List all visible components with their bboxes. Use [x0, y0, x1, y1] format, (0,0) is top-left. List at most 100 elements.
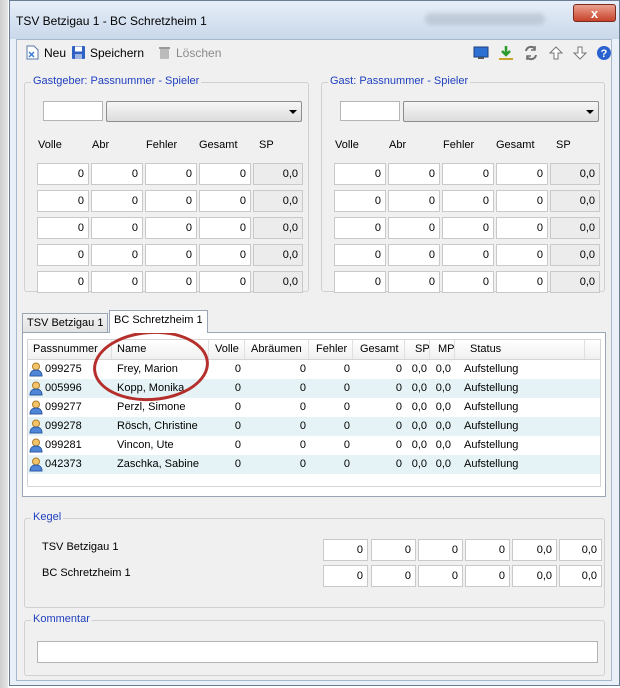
arrow-down-icon[interactable] — [572, 45, 588, 61]
host-score-cell[interactable]: 0 — [91, 271, 143, 293]
host-score-cell[interactable]: 0 — [199, 163, 251, 185]
grid-column-separator[interactable] — [404, 340, 405, 359]
guest-score-cell[interactable]: 0 — [496, 163, 548, 185]
host-score-cell[interactable]: 0 — [91, 190, 143, 212]
grid-column-separator[interactable] — [308, 340, 309, 359]
table-row[interactable]: 099275 Frey, Marion 0 0 0 0 0,0 0,0 Aufstellung — [28, 360, 600, 379]
kegel-score-cell[interactable]: 0,0 — [512, 565, 557, 587]
save-button[interactable]: Speichern — [71, 45, 144, 60]
client-area: Neu Speichern Löschen ? Gastgeber: Passn… — [16, 39, 612, 681]
kegel-score-cell[interactable]: 0 — [465, 539, 510, 561]
kegel-score-cell[interactable]: 0,0 — [559, 539, 602, 561]
monitor-icon[interactable] — [473, 45, 489, 61]
guest-player-select[interactable] — [403, 101, 599, 122]
host-score-cell[interactable]: 0 — [37, 163, 89, 185]
table-row[interactable]: 099281 Vincon, Ute 0 0 0 0 0,0 0,0 Aufstellung — [28, 436, 600, 455]
title-bar[interactable]: TSV Betzigau 1 - BC Schretzheim 1 x — [10, 1, 619, 39]
close-button[interactable]: x — [573, 4, 616, 22]
grid-header-0[interactable]: Passnummer — [33, 343, 98, 355]
kegel-score-cell[interactable]: 0 — [323, 539, 368, 561]
guest-passnr-input[interactable] — [340, 101, 400, 121]
guest-score-cell[interactable]: 0 — [496, 217, 548, 239]
table-row[interactable]: 042373 Zaschka, Sabine 0 0 0 0 0,0 0,0 Aufstellu… — [28, 455, 600, 474]
table-row[interactable]: 099278 Rösch, Christine 0 0 0 0 0,0 0,0 Aufstell… — [28, 417, 600, 436]
help-icon[interactable]: ? — [596, 45, 612, 61]
grid-header-6[interactable]: SP — [415, 343, 430, 355]
players-grid[interactable]: Passnummer Name Volle Abräumen Fehler Gesamt S… — [27, 339, 601, 487]
guest-score-cell[interactable]: 0 — [334, 217, 386, 239]
host-score-cell[interactable]: 0 — [91, 217, 143, 239]
host-score-cell[interactable]: 0 — [145, 271, 197, 293]
grid-header-8[interactable]: Status — [470, 343, 501, 355]
guest-score-cell[interactable]: 0 — [388, 244, 440, 266]
host-score-cell[interactable]: 0 — [145, 163, 197, 185]
guest-score-cell[interactable]: 0 — [442, 190, 494, 212]
guest-score-cell[interactable]: 0 — [388, 217, 440, 239]
host-score-cell[interactable]: 0 — [199, 190, 251, 212]
new-button[interactable]: Neu — [25, 45, 66, 60]
guest-score-cell[interactable]: 0 — [442, 271, 494, 293]
host-score-cell[interactable]: 0 — [145, 217, 197, 239]
kegel-score-cell[interactable]: 0 — [323, 565, 368, 587]
grid-cell-gesamt: 0 — [395, 382, 402, 394]
download-icon[interactable] — [498, 45, 514, 61]
guest-score-cell[interactable]: 0 — [442, 163, 494, 185]
guest-score-cell[interactable]: 0 — [442, 217, 494, 239]
guest-score-cell[interactable]: 0 — [496, 190, 548, 212]
grid-header-7[interactable]: MP — [438, 343, 455, 355]
comment-input[interactable] — [37, 641, 598, 663]
host-score-cell[interactable]: 0 — [199, 217, 251, 239]
kegel-score-cell[interactable]: 0 — [418, 539, 463, 561]
host-score-cell[interactable]: 0 — [91, 244, 143, 266]
kegel-score-cell[interactable]: 0,0 — [559, 565, 602, 587]
grid-header-2[interactable]: Volle — [215, 343, 239, 355]
host-score-cell[interactable]: 0 — [145, 244, 197, 266]
grid-header-5[interactable]: Gesamt — [360, 343, 399, 355]
grid-cell-sp: 0,0 — [411, 458, 427, 470]
kegel-score-cell[interactable]: 0,0 — [512, 539, 557, 561]
grid-header-4[interactable]: Fehler — [316, 343, 347, 355]
grid-column-separator[interactable] — [244, 340, 245, 359]
guest-score-cell[interactable]: 0 — [334, 190, 386, 212]
grid-header-1[interactable]: Name — [117, 343, 146, 355]
host-score-cell[interactable]: 0 — [199, 271, 251, 293]
host-passnr-input[interactable] — [43, 101, 103, 121]
guest-score-cell[interactable]: 0 — [334, 163, 386, 185]
host-score-cell[interactable]: 0 — [37, 271, 89, 293]
kegel-score-cell[interactable]: 0 — [371, 565, 416, 587]
host-score-cell[interactable]: 0 — [37, 244, 89, 266]
guest-score-cell[interactable]: 0 — [388, 190, 440, 212]
grid-column-separator[interactable] — [352, 340, 353, 359]
guest-score-cell[interactable]: 0 — [442, 244, 494, 266]
guest-score-cell[interactable]: 0 — [334, 271, 386, 293]
table-row[interactable]: 005996 Kopp, Monika 0 0 0 0 0,0 0,0 Aufstellung — [28, 379, 600, 398]
host-score-cell[interactable]: 0 — [37, 217, 89, 239]
guest-score-cell[interactable]: 0 — [496, 271, 548, 293]
grid-column-separator[interactable] — [208, 340, 209, 359]
guest-group-label: Gast: Passnummer - Spieler — [328, 75, 471, 87]
host-score-cell[interactable]: 0 — [145, 190, 197, 212]
host-score-cell[interactable]: 0 — [199, 244, 251, 266]
grid-column-separator[interactable] — [454, 340, 455, 359]
tab-bc-schretzheim[interactable]: BC Schretzheim 1 — [109, 310, 208, 333]
grid-column-separator[interactable] — [429, 340, 430, 359]
grid-column-separator[interactable] — [111, 340, 112, 359]
grid-cell-volle: 0 — [234, 458, 241, 470]
kegel-score-cell[interactable]: 0 — [418, 565, 463, 587]
guest-score-cell[interactable]: 0 — [334, 244, 386, 266]
kegel-score-cell[interactable]: 0 — [371, 539, 416, 561]
delete-button[interactable]: Löschen — [157, 45, 221, 60]
kegel-score-cell[interactable]: 0 — [465, 565, 510, 587]
arrow-up-icon[interactable] — [548, 45, 564, 61]
grid-header-3[interactable]: Abräumen — [251, 343, 302, 355]
sync-icon[interactable] — [523, 45, 539, 61]
grid-column-separator[interactable] — [584, 340, 585, 359]
guest-score-cell[interactable]: 0 — [496, 244, 548, 266]
guest-score-cell[interactable]: 0 — [388, 163, 440, 185]
host-score-cell[interactable]: 0 — [37, 190, 89, 212]
host-score-cell[interactable]: 0 — [91, 163, 143, 185]
host-player-select[interactable] — [106, 101, 302, 122]
table-row[interactable]: 099277 Perzl, Simone 0 0 0 0 0,0 0,0 Aufstellung — [28, 398, 600, 417]
tab-tsv-betzigau[interactable]: TSV Betzigau 1 — [22, 313, 109, 333]
guest-score-cell[interactable]: 0 — [388, 271, 440, 293]
